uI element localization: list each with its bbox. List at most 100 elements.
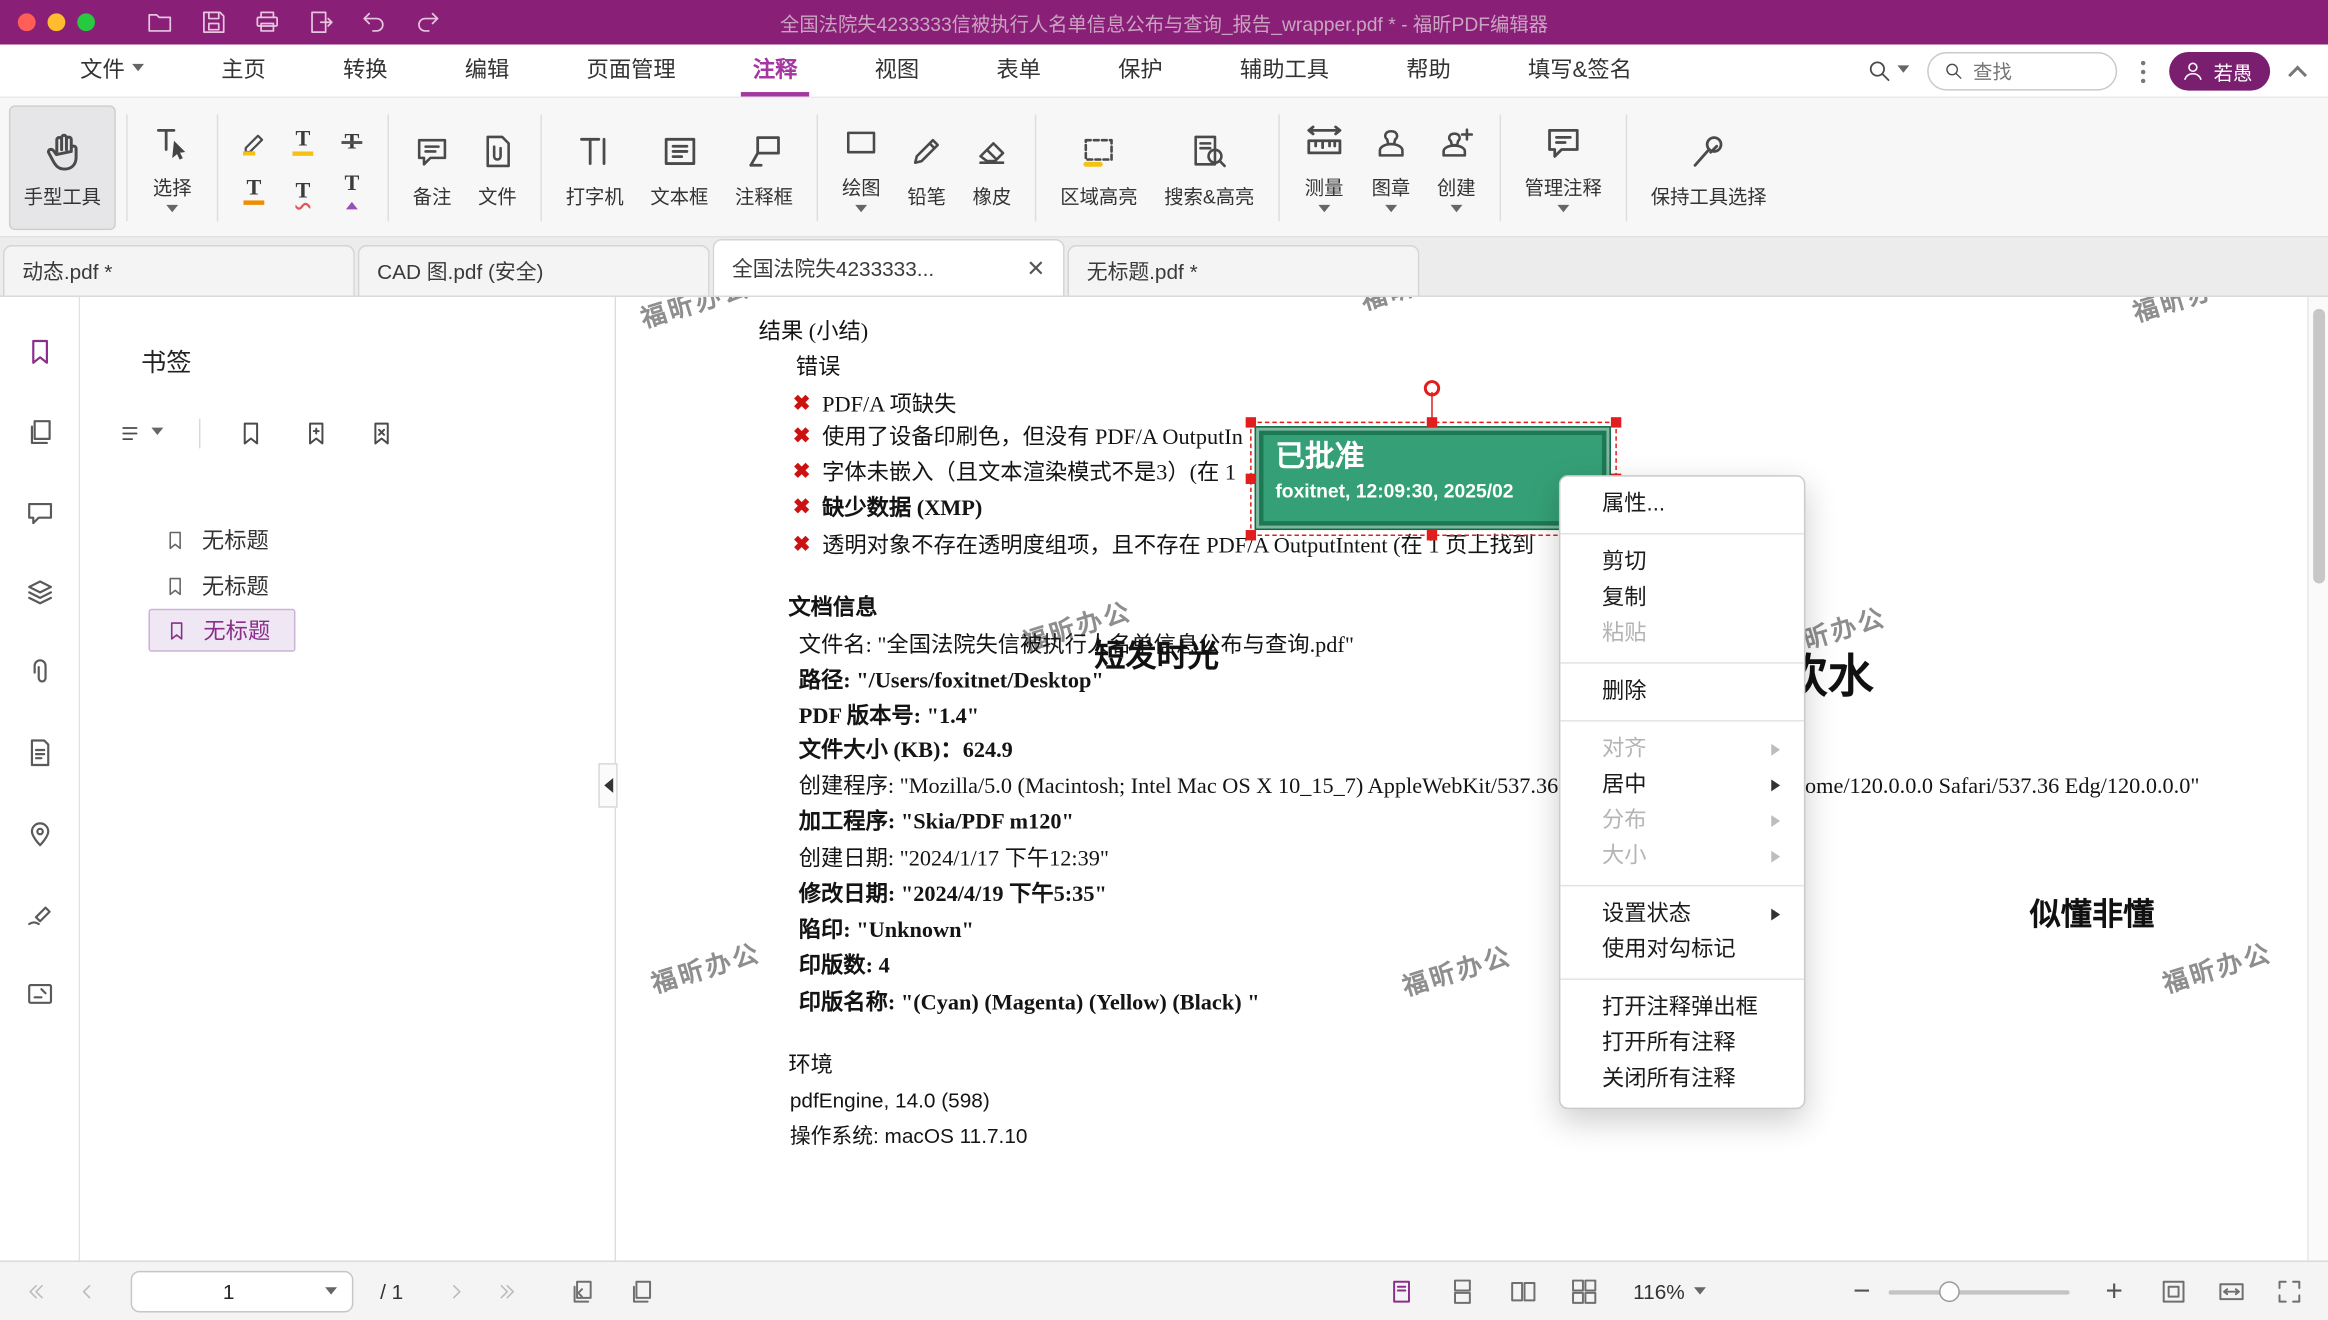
select-tool-button[interactable]: 选择 xyxy=(138,105,206,230)
zoom-slider-track[interactable] xyxy=(1889,1290,2070,1294)
menu-fill-sign[interactable]: 填写&签名 xyxy=(1489,45,1670,97)
panel-attachments-icon[interactable] xyxy=(23,656,56,689)
menu-item-set-status[interactable]: 设置状态 xyxy=(1560,897,1803,933)
keep-tool-selected-button[interactable]: 保持工具选择 xyxy=(1637,105,1780,230)
selection-handle[interactable] xyxy=(1246,530,1256,540)
tab-court-report[interactable]: 全国法院失4233333... ✕ xyxy=(713,239,1065,295)
tab-untitled[interactable]: 无标题.pdf * xyxy=(1067,245,1419,295)
previous-page-button[interactable] xyxy=(65,1262,110,1320)
single-page-view-button[interactable] xyxy=(1378,1262,1426,1320)
area-highlight-tool-button[interactable]: 区域高亮 xyxy=(1047,105,1151,230)
zoom-window-button[interactable] xyxy=(77,13,95,31)
facing-view-button[interactable] xyxy=(1500,1262,1548,1320)
minimize-window-button[interactable] xyxy=(48,13,66,31)
collapse-ribbon-icon[interactable] xyxy=(2288,65,2307,84)
facing-continuous-view-button[interactable] xyxy=(1560,1262,1608,1320)
strikeout-tool-button[interactable]: T xyxy=(330,120,375,165)
highlight-tool-button[interactable] xyxy=(232,120,277,165)
measure-tool-button[interactable]: 测量 xyxy=(1290,105,1358,230)
export-icon[interactable] xyxy=(306,7,336,37)
add-bookmark-icon[interactable] xyxy=(236,419,266,449)
approved-stamp-annotation[interactable]: 已批准 foxitnet, 12:09:30, 2025/02 xyxy=(1255,426,1611,530)
menu-item-center[interactable]: 居中 xyxy=(1560,768,1803,804)
menu-home[interactable]: 主页 xyxy=(183,45,305,97)
menu-help[interactable]: 帮助 xyxy=(1368,45,1490,97)
fit-page-button[interactable] xyxy=(2150,1262,2198,1320)
file-attachment-tool-button[interactable]: 文件 xyxy=(465,105,530,230)
menu-file[interactable]: 文件 xyxy=(42,45,183,97)
save-icon[interactable] xyxy=(199,7,229,37)
print-icon[interactable] xyxy=(252,7,282,37)
squiggly-underline-tool-button[interactable]: T xyxy=(232,169,277,214)
previous-view-button[interactable] xyxy=(558,1262,606,1320)
menu-form[interactable]: 表单 xyxy=(958,45,1080,97)
menu-edit[interactable]: 编辑 xyxy=(426,45,548,97)
create-stamp-button[interactable]: 创建 xyxy=(1424,105,1489,230)
note-tool-button[interactable]: 备注 xyxy=(399,105,464,230)
bookmark-item[interactable]: 无标题 xyxy=(80,563,606,609)
undo-icon[interactable] xyxy=(359,7,389,37)
eraser-tool-button[interactable]: 橡皮 xyxy=(959,105,1024,230)
panel-pages-icon[interactable] xyxy=(23,416,56,449)
wavy-underline-tool-button[interactable]: T xyxy=(281,169,326,214)
panel-layers-icon[interactable] xyxy=(23,576,56,609)
search-tools-icon[interactable] xyxy=(1866,58,1909,85)
bookmark-item-selected[interactable]: 无标题 xyxy=(148,609,295,652)
document-page[interactable]: 福昕办公 福昕办公 福昕办公 福昕办公 福昕办公 福昕办公 福昕办公 福昕办公 … xyxy=(616,297,2307,1261)
menu-item-checkmark[interactable]: 使用对勾标记 xyxy=(1560,932,1803,968)
more-options-icon[interactable] xyxy=(2135,60,2151,82)
selection-handle[interactable] xyxy=(1246,417,1256,427)
bookmark-item[interactable]: 无标题 xyxy=(80,517,606,563)
menu-comment[interactable]: 注释 xyxy=(714,45,836,97)
panel-signature-icon[interactable] xyxy=(23,897,56,930)
selection-handle[interactable] xyxy=(1427,530,1437,540)
tab-dongtai[interactable]: 动态.pdf * xyxy=(3,245,355,295)
menu-accessibility[interactable]: 辅助工具 xyxy=(1201,45,1367,97)
selection-handle[interactable] xyxy=(1611,417,1621,427)
continuous-view-button[interactable] xyxy=(1439,1262,1487,1320)
tab-cad[interactable]: CAD 图.pdf (安全) xyxy=(358,245,710,295)
search-highlight-tool-button[interactable]: 搜索&高亮 xyxy=(1151,105,1268,230)
menu-item-open-popup-note[interactable]: 打开注释弹出框 xyxy=(1560,990,1803,1026)
pencil-tool-button[interactable]: 铅笔 xyxy=(894,105,959,230)
menu-convert[interactable]: 转换 xyxy=(304,45,426,97)
next-page-button[interactable] xyxy=(434,1262,479,1320)
add-child-bookmark-icon[interactable] xyxy=(301,419,331,449)
drawing-tool-button[interactable]: 绘图 xyxy=(829,105,894,230)
menu-item-copy[interactable]: 复制 xyxy=(1560,581,1803,617)
search-input-wrapper[interactable] xyxy=(1927,52,2117,91)
menu-protect[interactable]: 保护 xyxy=(1080,45,1202,97)
callout-tool-button[interactable]: 注释框 xyxy=(722,105,807,230)
textbox-tool-button[interactable]: 文本框 xyxy=(637,105,722,230)
insert-text-tool-button[interactable]: T xyxy=(330,169,375,214)
delete-bookmark-icon[interactable] xyxy=(367,419,397,449)
menu-item-close-all-notes[interactable]: 关闭所有注释 xyxy=(1560,1062,1803,1098)
menu-page-management[interactable]: 页面管理 xyxy=(548,45,714,97)
zoom-in-button[interactable]: + xyxy=(2093,1262,2135,1320)
fullscreen-button[interactable] xyxy=(2266,1262,2314,1320)
user-avatar[interactable]: 若愚 xyxy=(2169,52,2270,91)
stamp-tool-button[interactable]: 图章 xyxy=(1358,105,1423,230)
panel-fields-icon[interactable] xyxy=(23,736,56,769)
collapse-panel-handle[interactable] xyxy=(598,763,617,808)
hand-tool-button[interactable]: 手型工具 xyxy=(9,105,116,230)
menu-item-cut[interactable]: 剪切 xyxy=(1560,545,1803,581)
panel-digital-sign-icon[interactable] xyxy=(23,977,56,1010)
selection-handle[interactable] xyxy=(1246,474,1256,484)
menu-item-open-all-notes[interactable]: 打开所有注释 xyxy=(1560,1026,1803,1062)
manage-comments-button[interactable]: 管理注释 xyxy=(1511,105,1615,230)
typewriter-tool-button[interactable]: 打字机 xyxy=(552,105,637,230)
menu-view[interactable]: 视图 xyxy=(836,45,958,97)
next-view-button[interactable] xyxy=(618,1262,666,1320)
zoom-level-button[interactable]: 116% xyxy=(1633,1262,1705,1320)
scrollbar-thumb[interactable] xyxy=(2313,309,2325,584)
zoom-slider-thumb[interactable] xyxy=(1939,1281,1960,1302)
panel-comments-icon[interactable] xyxy=(23,496,56,529)
rotation-handle[interactable] xyxy=(1424,380,1440,396)
menu-item-properties[interactable]: 属性... xyxy=(1560,487,1803,523)
panel-destinations-icon[interactable] xyxy=(23,817,56,850)
search-input[interactable] xyxy=(1973,60,2092,82)
menu-item-delete[interactable]: 删除 xyxy=(1560,674,1803,710)
underline-tool-button[interactable]: T xyxy=(281,120,326,165)
close-window-button[interactable] xyxy=(18,13,36,31)
